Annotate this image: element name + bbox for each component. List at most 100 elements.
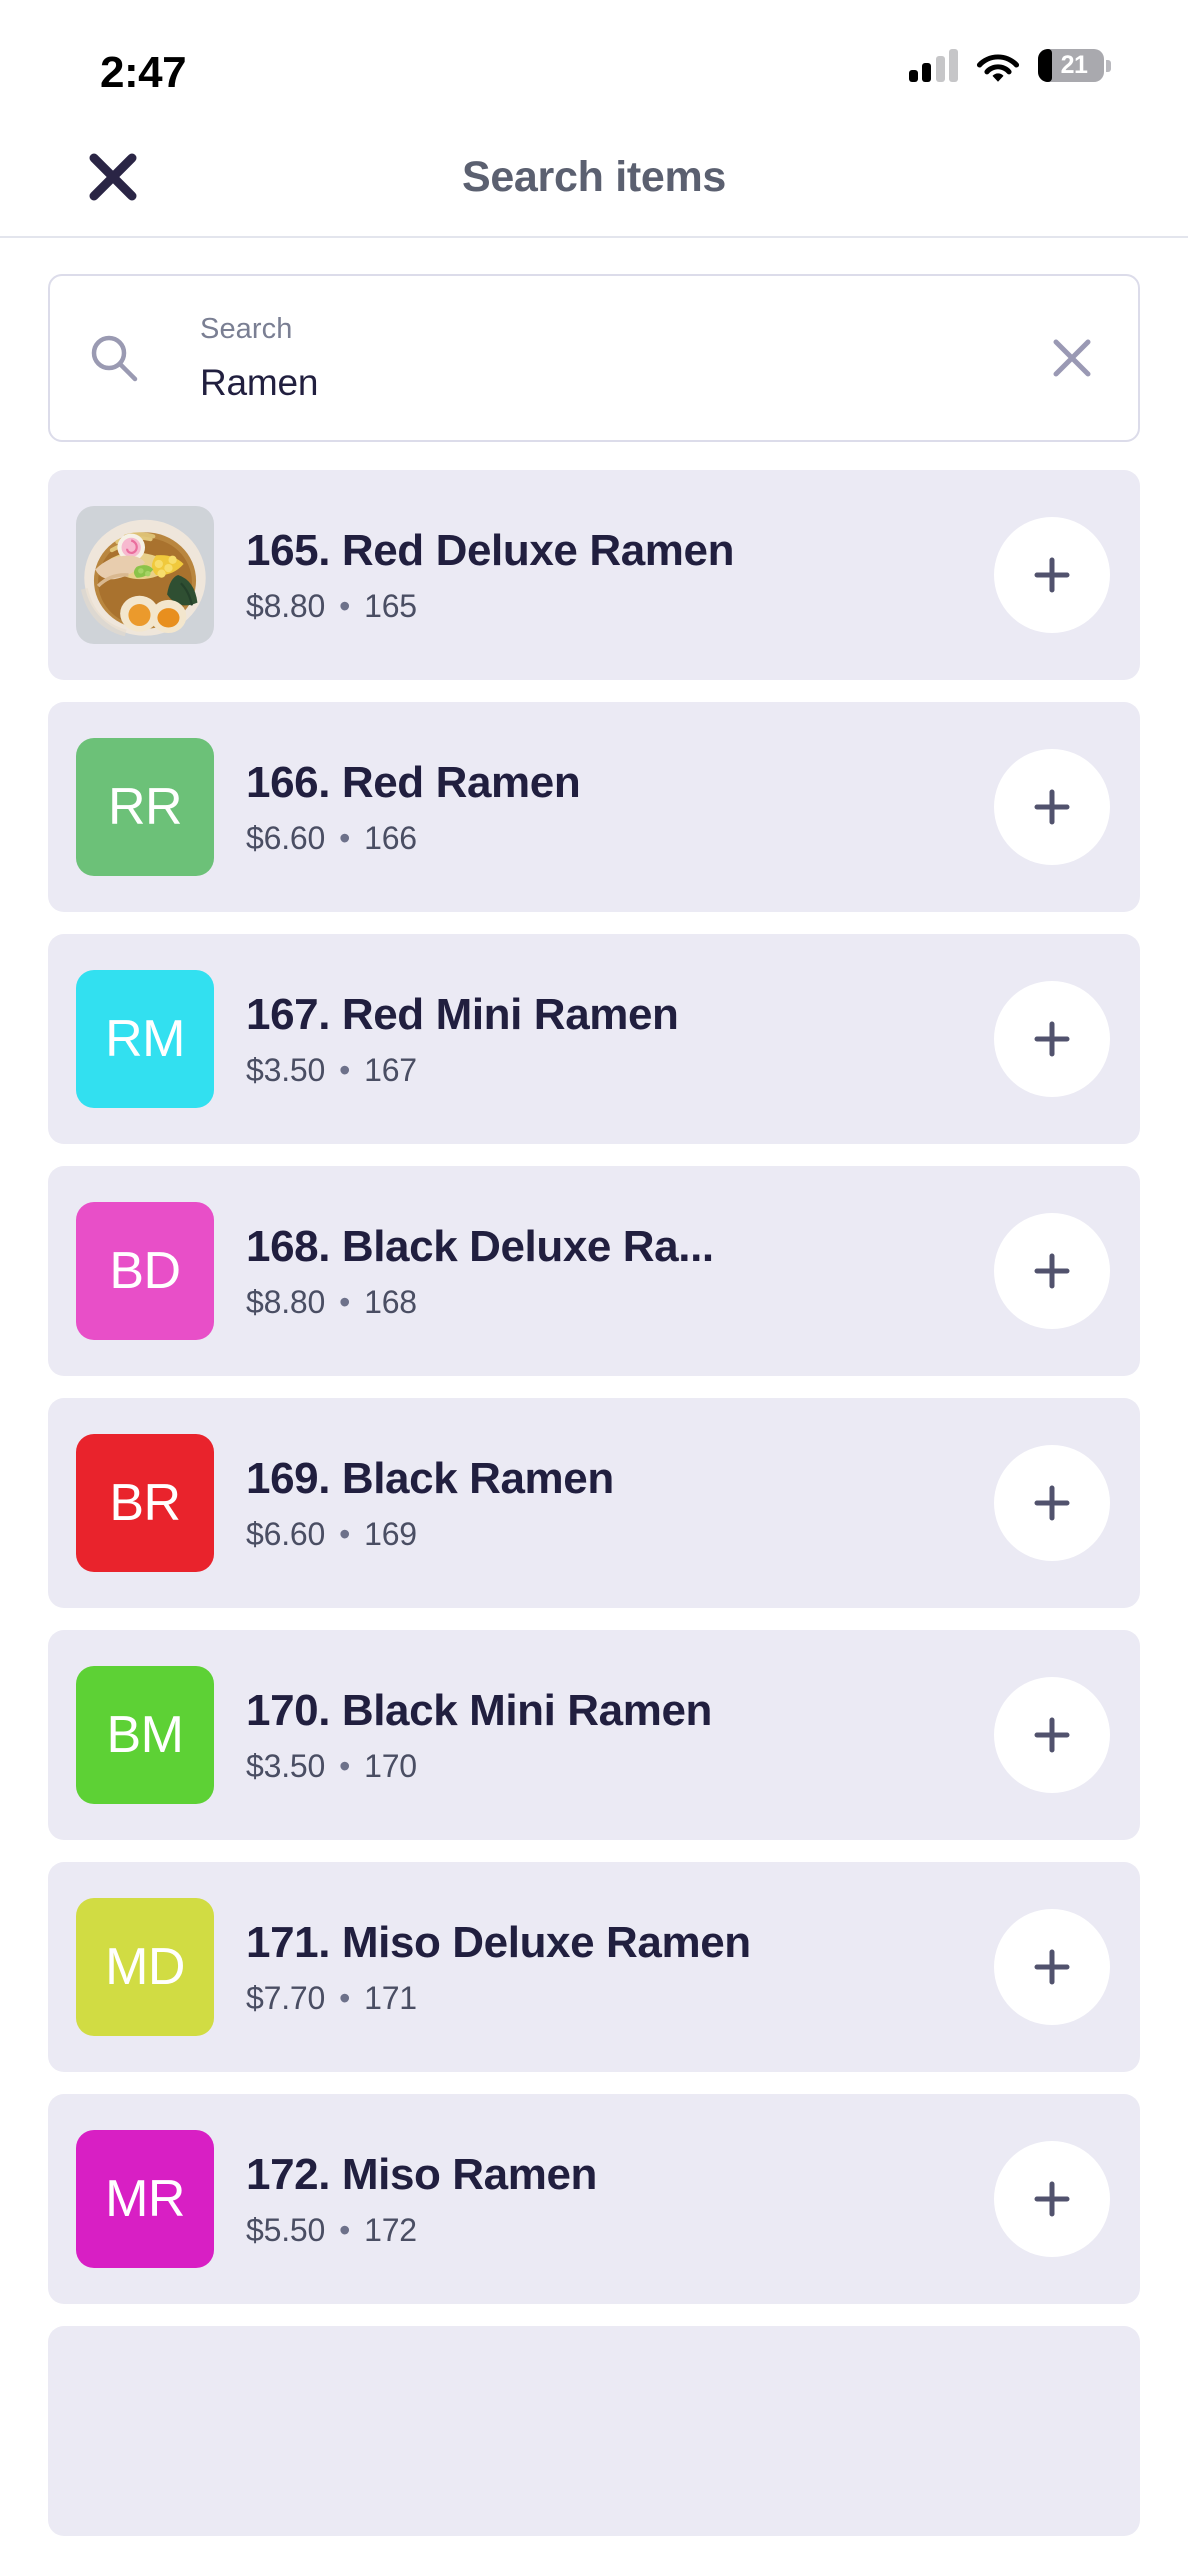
item-title: 171. Miso Deluxe Ramen — [246, 1917, 751, 1967]
search-section: Search Ramen — [0, 238, 1188, 442]
item-text-block: 170. Black Mini Ramen $3.50 • 170 — [214, 1686, 994, 1785]
item-initials: MD — [105, 1938, 185, 1996]
item-thumbnail: RM — [76, 970, 214, 1108]
item-text-block: 166. Red Ramen $6.60 • 166 — [214, 758, 994, 857]
item-code: 165 — [364, 587, 417, 624]
item-text-block: 165. Red Deluxe Ramen $8.80 • 165 — [214, 526, 994, 625]
item-code: 166 — [364, 819, 417, 856]
plus-icon — [1034, 1021, 1070, 1057]
item-separator: • — [339, 1283, 351, 1320]
item-separator: • — [339, 1979, 351, 2016]
item-price: $5.50 — [246, 2211, 326, 2248]
item-title: 167. Red Mini Ramen — [246, 989, 679, 1039]
item-separator: • — [339, 587, 351, 624]
list-item[interactable]: BM 170. Black Mini Ramen $3.50 • 170 — [48, 1630, 1140, 1840]
item-title: 169. Black Ramen — [246, 1453, 614, 1503]
item-initials: MR — [105, 2170, 185, 2228]
add-item-button[interactable] — [994, 1445, 1110, 1561]
item-subtitle: $8.80 • 165 — [246, 588, 974, 625]
item-text-block: 172. Miso Ramen $5.50 • 172 — [214, 2150, 994, 2249]
item-code: 172 — [364, 2211, 417, 2248]
status-indicators: 21 — [908, 48, 1111, 82]
item-separator: • — [339, 819, 351, 856]
item-initials: BR — [109, 1474, 181, 1532]
item-thumbnail: BD — [76, 1202, 214, 1340]
item-thumbnail — [76, 506, 214, 644]
list-item[interactable]: BR 169. Black Ramen $6.60 • 169 — [48, 1398, 1140, 1608]
item-price: $7.70 — [246, 1979, 326, 2016]
item-code: 168 — [364, 1283, 417, 1320]
list-item[interactable]: MR 172. Miso Ramen $5.50 • 172 — [48, 2094, 1140, 2304]
search-field-value[interactable]: Ramen — [200, 362, 1018, 404]
item-price: $3.50 — [246, 1051, 326, 1088]
item-price: $6.60 — [246, 1515, 326, 1552]
search-results-list: 165. Red Deluxe Ramen $8.80 • 165 RR 166. … — [0, 442, 1188, 2536]
item-separator: • — [339, 1051, 351, 1088]
ramen-bowl-photo — [76, 506, 214, 644]
search-input[interactable]: Search Ramen — [48, 274, 1140, 442]
item-price: $6.60 — [246, 819, 326, 856]
plus-icon — [1034, 1485, 1070, 1521]
item-subtitle: $5.50 • 172 — [246, 2212, 974, 2249]
item-initials: RM — [105, 1010, 185, 1068]
list-item-partial[interactable] — [48, 2326, 1140, 2536]
item-title: 172. Miso Ramen — [246, 2149, 598, 2199]
item-title: 170. Black Mini Ramen — [246, 1685, 713, 1735]
item-thumbnail: MR — [76, 2130, 214, 2268]
item-thumbnail: BM — [76, 1666, 214, 1804]
list-item[interactable]: RR 166. Red Ramen $6.60 • 166 — [48, 702, 1140, 912]
plus-icon — [1034, 557, 1070, 593]
item-thumbnail: BR — [76, 1434, 214, 1572]
app-header: Search items — [0, 118, 1188, 238]
item-separator: • — [339, 1747, 351, 1784]
plus-icon — [1034, 1253, 1070, 1289]
clear-icon — [1053, 339, 1091, 377]
search-field-label: Search — [200, 312, 293, 345]
add-item-button[interactable] — [994, 517, 1110, 633]
add-item-button[interactable] — [994, 1909, 1110, 2025]
item-subtitle: $8.80 • 168 — [246, 1284, 974, 1321]
add-item-button[interactable] — [994, 981, 1110, 1097]
item-subtitle: $3.50 • 167 — [246, 1052, 974, 1089]
item-initials: BD — [109, 1242, 181, 1300]
page-title: Search items — [461, 152, 727, 201]
plus-icon — [1034, 789, 1070, 825]
status-bar: 2:47 21 — [0, 0, 1188, 118]
battery-percent: 21 — [1060, 50, 1088, 79]
item-code: 171 — [364, 1979, 417, 2016]
close-button[interactable] — [78, 142, 148, 212]
battery-icon: 21 — [1038, 48, 1111, 82]
clear-search-button[interactable] — [1044, 330, 1100, 386]
item-price: $3.50 — [246, 1747, 326, 1784]
item-code: 167 — [364, 1051, 417, 1088]
search-icon — [88, 332, 140, 384]
list-item[interactable]: BD 168. Black Deluxe Ra... $8.80 • 168 — [48, 1166, 1140, 1376]
item-initials: RR — [107, 778, 183, 836]
item-text-block: 171. Miso Deluxe Ramen $7.70 • 171 — [214, 1918, 994, 2017]
item-separator: • — [339, 1515, 351, 1552]
item-code: 169 — [364, 1515, 417, 1552]
wifi-icon — [976, 49, 1020, 82]
plus-icon — [1034, 2181, 1070, 2217]
item-price: $8.80 — [246, 587, 326, 624]
item-subtitle: $6.60 • 169 — [246, 1516, 974, 1553]
item-thumbnail: RR — [76, 738, 214, 876]
item-separator: • — [339, 2211, 351, 2248]
list-item[interactable]: RM 167. Red Mini Ramen $3.50 • 167 — [48, 934, 1140, 1144]
item-text-block: 167. Red Mini Ramen $3.50 • 167 — [214, 990, 994, 1089]
list-item[interactable]: MD 171. Miso Deluxe Ramen $7.70 • 171 — [48, 1862, 1140, 2072]
item-subtitle: $6.60 • 166 — [246, 820, 974, 857]
item-code: 170 — [364, 1747, 417, 1784]
item-thumbnail: MD — [76, 1898, 214, 2036]
item-title: 165. Red Deluxe Ramen — [246, 525, 735, 575]
add-item-button[interactable] — [994, 2141, 1110, 2257]
item-text-block: 168. Black Deluxe Ra... $8.80 • 168 — [214, 1222, 994, 1321]
add-item-button[interactable] — [994, 1677, 1110, 1793]
item-title: 168. Black Deluxe Ra... — [246, 1221, 714, 1271]
item-initials: BM — [106, 1706, 185, 1764]
cellular-signal-icon — [908, 48, 958, 82]
add-item-button[interactable] — [994, 1213, 1110, 1329]
add-item-button[interactable] — [994, 749, 1110, 865]
list-item[interactable]: 165. Red Deluxe Ramen $8.80 • 165 — [48, 470, 1140, 680]
item-text-block: 169. Black Ramen $6.60 • 169 — [214, 1454, 994, 1553]
